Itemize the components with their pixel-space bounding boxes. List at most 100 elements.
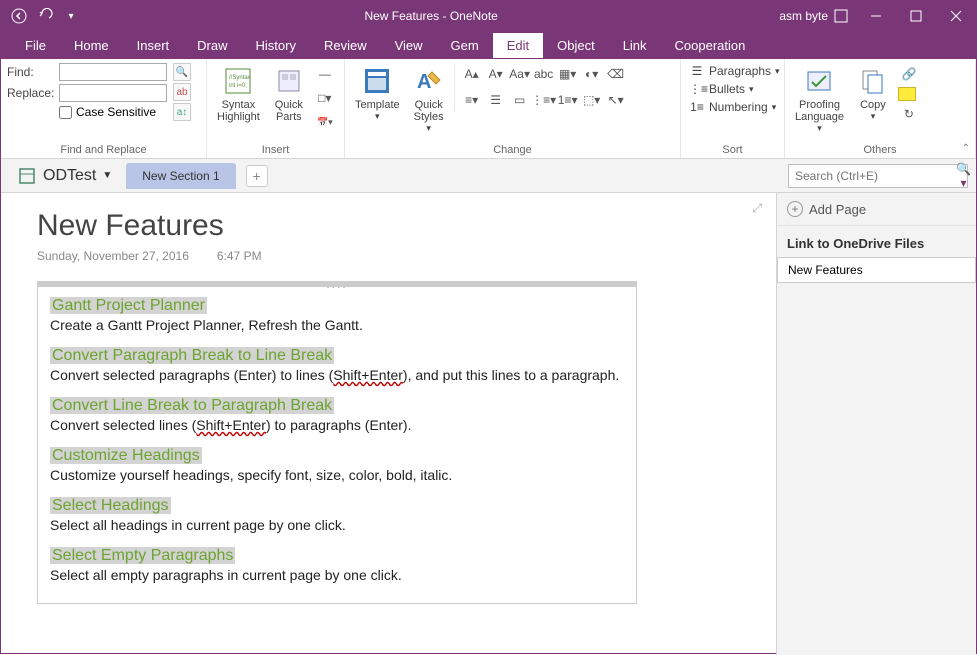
sort-numbering-button[interactable]: 1≡Numbering▾ (687, 99, 778, 115)
tab-view[interactable]: View (381, 33, 437, 58)
tab-edit[interactable]: Edit (493, 33, 543, 58)
svg-text:int i=0;: int i=0; (229, 83, 247, 89)
bullets-edit-button[interactable]: ⋮≡▾ (533, 89, 555, 111)
tab-home[interactable]: Home (60, 33, 123, 58)
ribbon-group-find-replace: Find: Replace: Case Sensitive 🔍 ab a↕ Fi… (1, 59, 207, 158)
shading-button[interactable]: ◐▾ (581, 63, 603, 85)
tab-cooperation[interactable]: Cooperation (661, 33, 760, 58)
replace-label: Replace: (7, 86, 55, 100)
qat-customize[interactable]: ▾ (59, 4, 83, 28)
code-icon: //Syntaxint i=0; (222, 65, 254, 97)
template-button[interactable]: Template▾ (351, 63, 404, 124)
close-button[interactable] (936, 1, 976, 31)
page-title[interactable]: New Features (37, 209, 756, 243)
maximize-button[interactable] (896, 1, 936, 31)
select-button[interactable]: ⬚▾ (581, 89, 603, 111)
heading[interactable]: Gantt Project Planner (50, 297, 207, 314)
body-text[interactable]: Select all empty paragraphs in current p… (50, 567, 624, 583)
clear-format-button[interactable]: ⌫ (605, 63, 627, 85)
align-button[interactable]: ≡▾ (461, 89, 483, 111)
body-text[interactable]: Convert selected lines (Shift+Enter) to … (50, 417, 624, 433)
heading[interactable]: Customize Headings (50, 447, 202, 464)
tab-insert[interactable]: Insert (123, 33, 184, 58)
tab-gem[interactable]: Gem (437, 33, 493, 58)
workspace: ⤢ New Features Sunday, November 27, 2016… (1, 193, 976, 655)
shrink-font-button[interactable]: A▾ (485, 63, 507, 85)
page-canvas[interactable]: ⤢ New Features Sunday, November 27, 2016… (1, 193, 776, 655)
find-input[interactable] (59, 63, 167, 81)
sort-bullets-button[interactable]: ⋮≡Bullets▾ (687, 81, 756, 97)
search-icon: 🔍▾ (956, 162, 971, 190)
spelling-button[interactable]: abc (533, 63, 555, 85)
body-text[interactable]: Convert selected paragraphs (Enter) to l… (50, 367, 624, 383)
body-text[interactable]: Create a Gantt Project Planner, Refresh … (50, 317, 624, 333)
redo-button[interactable]: ↻ (898, 103, 920, 125)
group-label-sort: Sort (687, 142, 778, 156)
numbering-edit-button[interactable]: 1≡▾ (557, 89, 579, 111)
fullscreen-button[interactable]: ⤢ (752, 201, 762, 216)
quick-styles-button[interactable]: A Quick Styles▾ (408, 63, 450, 136)
tab-review[interactable]: Review (310, 33, 381, 58)
line-spacing-button[interactable]: ☰ (485, 89, 507, 111)
tab-file[interactable]: File (11, 33, 60, 58)
change-case-button[interactable]: Aa▾ (509, 63, 531, 85)
border-button[interactable]: ▦▾ (557, 63, 579, 85)
text-box-button[interactable]: ▭ (509, 89, 531, 111)
numbering-icon: 1≡ (689, 100, 705, 114)
ribbon-group-others: Proofing Language▾ Copy▾ 🔗 ↻ Others (785, 59, 976, 158)
heading[interactable]: Convert Line Break to Paragraph Break (50, 397, 334, 414)
styles-icon: A (413, 65, 445, 97)
pointer-button[interactable]: ↖▾ (605, 89, 627, 111)
paragraphs-icon: ☰ (689, 64, 705, 78)
user-name[interactable]: asm byte (779, 9, 856, 23)
symbol-button[interactable]: □▾ (314, 87, 336, 109)
grow-font-button[interactable]: A▴ (461, 63, 483, 85)
find-label: Find: (7, 65, 55, 79)
date-button[interactable]: 📅▾ (314, 111, 336, 133)
case-sensitive-label: Case Sensitive (76, 105, 156, 119)
plus-icon: + (787, 201, 803, 217)
find-next-button[interactable]: 🔍 (173, 63, 191, 81)
add-page-button[interactable]: + Add Page (777, 193, 976, 226)
collapse-ribbon-button[interactable]: ⌃ (962, 143, 970, 154)
note-container[interactable]: ···· Gantt Project Planner Create a Gant… (37, 281, 637, 604)
link-button[interactable]: 🔗 (898, 63, 920, 85)
page-list-item[interactable]: New Features (777, 257, 976, 283)
tab-link[interactable]: Link (609, 33, 661, 58)
horizontal-line-button[interactable]: — (314, 63, 336, 85)
case-sensitive-checkbox[interactable] (59, 106, 72, 119)
replace-one-button[interactable]: ab (173, 83, 191, 101)
body-text[interactable]: Customize yourself headings, specify fon… (50, 467, 624, 483)
group-label-others: Others (791, 142, 969, 156)
sort-paragraphs-button[interactable]: ☰Paragraphs▾ (687, 63, 782, 79)
search-input[interactable] (789, 169, 956, 183)
add-section-button[interactable]: + (246, 165, 268, 187)
page-time: 6:47 PM (217, 249, 262, 263)
back-button[interactable] (7, 4, 31, 28)
section-tab[interactable]: New Section 1 (126, 163, 235, 189)
user-icon (834, 9, 848, 23)
minimize-button[interactable] (856, 1, 896, 31)
heading[interactable]: Select Headings (50, 497, 171, 514)
body-text[interactable]: Select all headings in current page by o… (50, 517, 624, 533)
syntax-highlight-button[interactable]: //Syntaxint i=0; Syntax Highlight (213, 63, 264, 125)
copy-button[interactable]: Copy▾ (852, 63, 894, 124)
heading[interactable]: Convert Paragraph Break to Line Break (50, 347, 334, 364)
tab-object[interactable]: Object (543, 33, 609, 58)
window-title: New Features - OneNote (83, 9, 779, 23)
undo-button[interactable] (33, 4, 57, 28)
proofing-language-button[interactable]: Proofing Language▾ (791, 63, 848, 136)
page-date: Sunday, November 27, 2016 (37, 249, 189, 263)
highlight-button[interactable] (898, 87, 916, 101)
search-box[interactable]: 🔍▾ (788, 164, 968, 188)
grip-icon[interactable]: ···· (326, 282, 347, 293)
replace-all-button[interactable]: a↕ (173, 103, 191, 121)
tab-history[interactable]: History (242, 33, 310, 58)
heading[interactable]: Select Empty Paragraphs (50, 547, 235, 564)
replace-input[interactable] (59, 84, 167, 102)
side-panel: + Add Page Link to OneDrive Files New Fe… (776, 193, 976, 655)
tab-draw[interactable]: Draw (183, 33, 241, 58)
quick-parts-button[interactable]: Quick Parts (268, 63, 310, 125)
notebook-selector[interactable]: ODTest ▼ (9, 162, 120, 190)
ribbon-group-change: Template▾ A Quick Styles▾ A▴ A▾ Aa▾ abc … (345, 59, 681, 158)
